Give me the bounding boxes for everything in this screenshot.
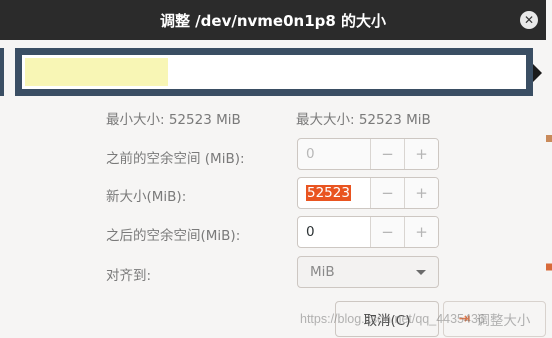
free-before-spinner: 0 − + (297, 138, 439, 170)
plus-icon[interactable]: + (404, 217, 438, 247)
plus-icon: + (404, 139, 438, 169)
resize-dialog: 调整 /dev/nvme0n1p8 的大小 ✕ 最小大小: 52523 MiB … (0, 0, 546, 338)
close-icon[interactable]: ✕ (520, 11, 538, 29)
align-select-value: MiB (310, 264, 335, 280)
new-size-value: 52523 (306, 185, 351, 201)
chevron-down-icon (416, 269, 426, 275)
partition-used-space (25, 58, 169, 86)
free-before-input: 0 (306, 146, 315, 162)
partition-bar-edge (0, 48, 4, 96)
free-before-label: 之前的空余空间 (MiB): (106, 151, 245, 167)
new-size-label: 新大小(MiB): (106, 189, 187, 205)
partition-area (22, 55, 526, 89)
new-size-input[interactable]: 52523 (298, 178, 370, 208)
free-after-label: 之后的空余空间(MiB): (106, 228, 241, 244)
background-window-edge (546, 0, 552, 338)
free-after-input[interactable]: 0 (298, 217, 370, 247)
watermark: https://blog.csdn.net/qq_4435436 (300, 312, 485, 326)
dialog-title: 调整 /dev/nvme0n1p8 的大小 (159, 11, 387, 30)
new-size-spinner[interactable]: 52523 − + (297, 177, 439, 209)
align-select[interactable]: MiB (297, 256, 439, 288)
free-after-spinner[interactable]: 0 − + (297, 216, 439, 248)
resize-handle-right-icon[interactable] (533, 64, 542, 82)
minus-icon: − (370, 178, 404, 208)
max-size-label: 最大大小: 52523 MiB (296, 112, 431, 128)
partition-bar[interactable] (15, 48, 533, 96)
align-label: 对齐到: (106, 268, 152, 284)
min-size-label: 最小大小: 52523 MiB (106, 112, 241, 128)
minus-icon: − (370, 139, 404, 169)
minus-icon[interactable]: − (370, 217, 404, 247)
title-bar[interactable]: 调整 /dev/nvme0n1p8 的大小 ✕ (0, 0, 546, 40)
plus-icon: + (404, 178, 438, 208)
